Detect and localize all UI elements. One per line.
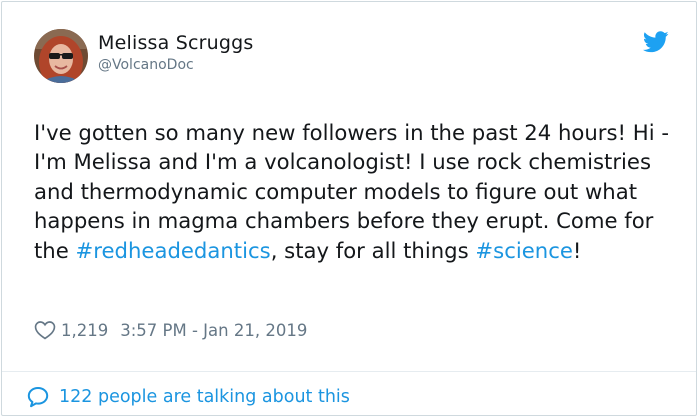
heart-icon[interactable] <box>34 320 56 340</box>
avatar-image <box>34 29 88 83</box>
tweet-card: Melissa Scruggs @VolcanoDoc I've gotten … <box>1 1 697 416</box>
avatar[interactable] <box>34 29 88 83</box>
tweet-text-part: , stay for all things <box>270 237 476 263</box>
conversation-text: 122 people are talking about this <box>59 387 350 407</box>
like-count[interactable]: 1,219 <box>61 321 108 340</box>
speech-bubble-icon <box>27 387 49 408</box>
twitter-bird-icon[interactable] <box>643 31 669 53</box>
conversation-link[interactable]: 122 people are talking about this <box>26 384 350 410</box>
author-name[interactable]: Melissa Scruggs <box>98 32 254 54</box>
tweet-text: I've gotten so many new followers in the… <box>34 118 674 265</box>
hashtag-link[interactable]: #redheadedantics <box>76 238 271 263</box>
tweet-text-part: ! <box>572 237 582 263</box>
author-handle[interactable]: @VolcanoDoc <box>98 57 194 73</box>
hashtag-link[interactable]: #science <box>475 238 572 263</box>
timestamp[interactable]: 3:57 PM - Jan 21, 2019 <box>120 321 307 340</box>
tweet-meta: 1,219 3:57 PM - Jan 21, 2019 <box>34 318 307 342</box>
divider <box>2 371 696 372</box>
